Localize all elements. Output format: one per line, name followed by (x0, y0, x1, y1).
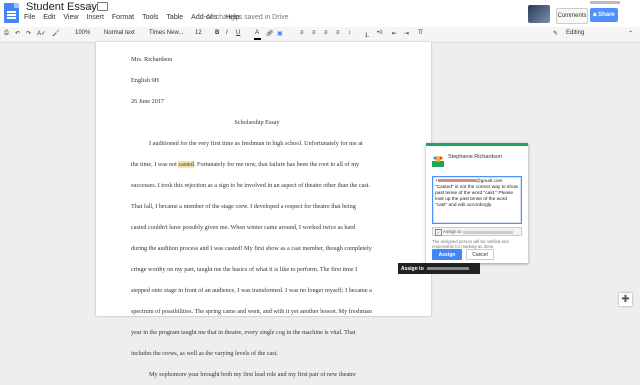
mode-select[interactable]: Editing (566, 30, 584, 36)
account-email-redacted (590, 1, 620, 4)
pencil-icon: ✎ (553, 31, 559, 37)
tooltip-email-redacted (426, 267, 469, 270)
clear-format-icon[interactable]: T̸ (418, 30, 422, 36)
menu-file[interactable]: File (24, 14, 35, 21)
paragraph-line: casted couldn't have possibly given me. … (131, 224, 356, 231)
paragraph-line: includes the crews, as well as the varyi… (131, 350, 278, 357)
link-icon[interactable]: 🔗︎ (266, 30, 274, 37)
italic-icon[interactable]: I (226, 30, 228, 36)
add-comment-icon[interactable]: ▣ (277, 30, 283, 37)
paragraph-line: during the audition process and I was ca… (131, 245, 372, 252)
text-run: . Fortunately for me now, that failure h… (193, 161, 360, 168)
save-status[interactable]: All changes saved in Drive (206, 14, 289, 21)
mention-suffix: @gmail.com (475, 179, 503, 184)
explore-icon[interactable]: ✚ (619, 293, 632, 306)
paragraph-line: That fall, I became a member of the stag… (131, 203, 356, 210)
menu-view[interactable]: View (63, 14, 78, 21)
cancel-button[interactable]: Cancel (466, 249, 494, 260)
menu-edit[interactable]: Edit (43, 14, 55, 21)
commented-word[interactable]: casted (178, 161, 194, 168)
zoom-select[interactable]: 100% (75, 30, 90, 36)
text-color-bar (254, 38, 261, 40)
spellcheck-icon[interactable]: A✓ (37, 30, 46, 37)
share-button[interactable]: 🔒︎ Share (590, 8, 618, 22)
comment-author: Stephanie Richardson (448, 154, 503, 160)
comment-body: "Casted" is not the correct way to show … (435, 185, 519, 208)
class-line: English 9H (131, 77, 160, 84)
lock-icon: 🔒︎ (593, 11, 597, 18)
redo-icon[interactable]: ↷ (26, 30, 31, 37)
paragraph-line: spectrum of possibilities. The spring ca… (131, 308, 372, 315)
align-left-icon[interactable]: ≡ (300, 30, 304, 36)
collapse-icon[interactable]: ⌃ (628, 30, 633, 37)
paragraph-line: My sophomore year brought both my first … (149, 371, 356, 378)
print-icon[interactable]: ⎙ (4, 30, 9, 37)
tooltip-label: Assign to (401, 265, 424, 272)
paragraph-line: I auditioned for the very first time as … (149, 140, 363, 147)
paint-format-icon[interactable]: 🖌︎ (52, 30, 60, 37)
assign-checkbox-row[interactable]: ✓ Assign to (432, 227, 522, 236)
line-spacing-icon[interactable]: ↕ (348, 30, 351, 36)
avatar[interactable] (528, 5, 550, 23)
paragraph-line: the time, I was not casted. Fortunately … (131, 154, 383, 175)
underline-icon[interactable]: U (236, 30, 240, 36)
toolbar: ⎙ ↶ ↷ A✓ 🖌︎ 100% Normal text Times New..… (0, 27, 640, 43)
text-color-icon[interactable]: A (255, 30, 259, 36)
teacher-line: Mrs. Richardson (131, 56, 173, 63)
comments-button[interactable]: Comments (556, 8, 588, 24)
font-size-select[interactable]: 12 (195, 30, 202, 36)
style-select[interactable]: Normal text (104, 30, 135, 36)
assign-tooltip: Assign to (398, 263, 480, 274)
menu-tools[interactable]: Tools (142, 14, 158, 21)
mention-redacted (437, 179, 476, 183)
numbered-list-icon[interactable]: ⒈ (364, 30, 370, 39)
essay-title: Scholarship Essay (234, 119, 280, 126)
text-run: the time, I was not (131, 161, 179, 168)
title-bar: Student Essay ☆ File Edit View Insert Fo… (0, 0, 640, 27)
document-page[interactable]: Mrs. Richardson English 9H 26 June 2017 … (96, 42, 431, 378)
font-select[interactable]: Times New... (149, 30, 183, 36)
docs-logo-icon[interactable] (4, 3, 19, 23)
undo-icon[interactable]: ↶ (15, 30, 20, 37)
increase-indent-icon[interactable]: ⇥ (404, 30, 409, 37)
checkbox-checked-icon[interactable]: ✓ (435, 229, 442, 236)
menu-format[interactable]: Format (112, 14, 134, 21)
paragraph-line: stepped onto stage in front of an audien… (131, 287, 372, 294)
user-avatar-icon (432, 156, 444, 167)
star-icon[interactable]: ☆ (86, 1, 95, 12)
document-body[interactable]: Mrs. Richardson English 9H 26 June 2017 … (131, 49, 383, 385)
comment-status-bar (426, 143, 528, 146)
align-right-icon[interactable]: ≡ (324, 30, 328, 36)
assign-label: Assign to (443, 229, 462, 234)
bold-icon[interactable]: B (215, 30, 219, 36)
paragraph-line: successes. I took this rejection as a si… (131, 182, 371, 189)
folder-icon[interactable] (97, 2, 108, 11)
bulleted-list-icon[interactable]: •≡ (377, 30, 383, 36)
comment-input[interactable]: + @gmail.com "Casted" is not the correct … (432, 176, 522, 224)
menu-table[interactable]: Table (166, 14, 183, 21)
paragraph-line: year in the program taught me that in th… (131, 329, 356, 336)
decrease-indent-icon[interactable]: ⇤ (392, 30, 397, 37)
justify-icon[interactable]: ≡ (336, 30, 340, 36)
comment-card[interactable]: Stephanie Richardson + @gmail.com "Casted… (426, 143, 528, 263)
assignee-email-redacted (463, 231, 513, 234)
share-label: Share (598, 12, 615, 18)
paragraph-line: cringe worthy on my part, taught me the … (131, 266, 358, 273)
align-center-icon[interactable]: ≡ (312, 30, 316, 36)
date-line: 26 June 2017 (131, 98, 164, 105)
menu-insert[interactable]: Insert (86, 14, 104, 21)
assign-button[interactable]: Assign (432, 249, 462, 260)
assign-note: The assigned person will be notified and… (432, 239, 509, 249)
